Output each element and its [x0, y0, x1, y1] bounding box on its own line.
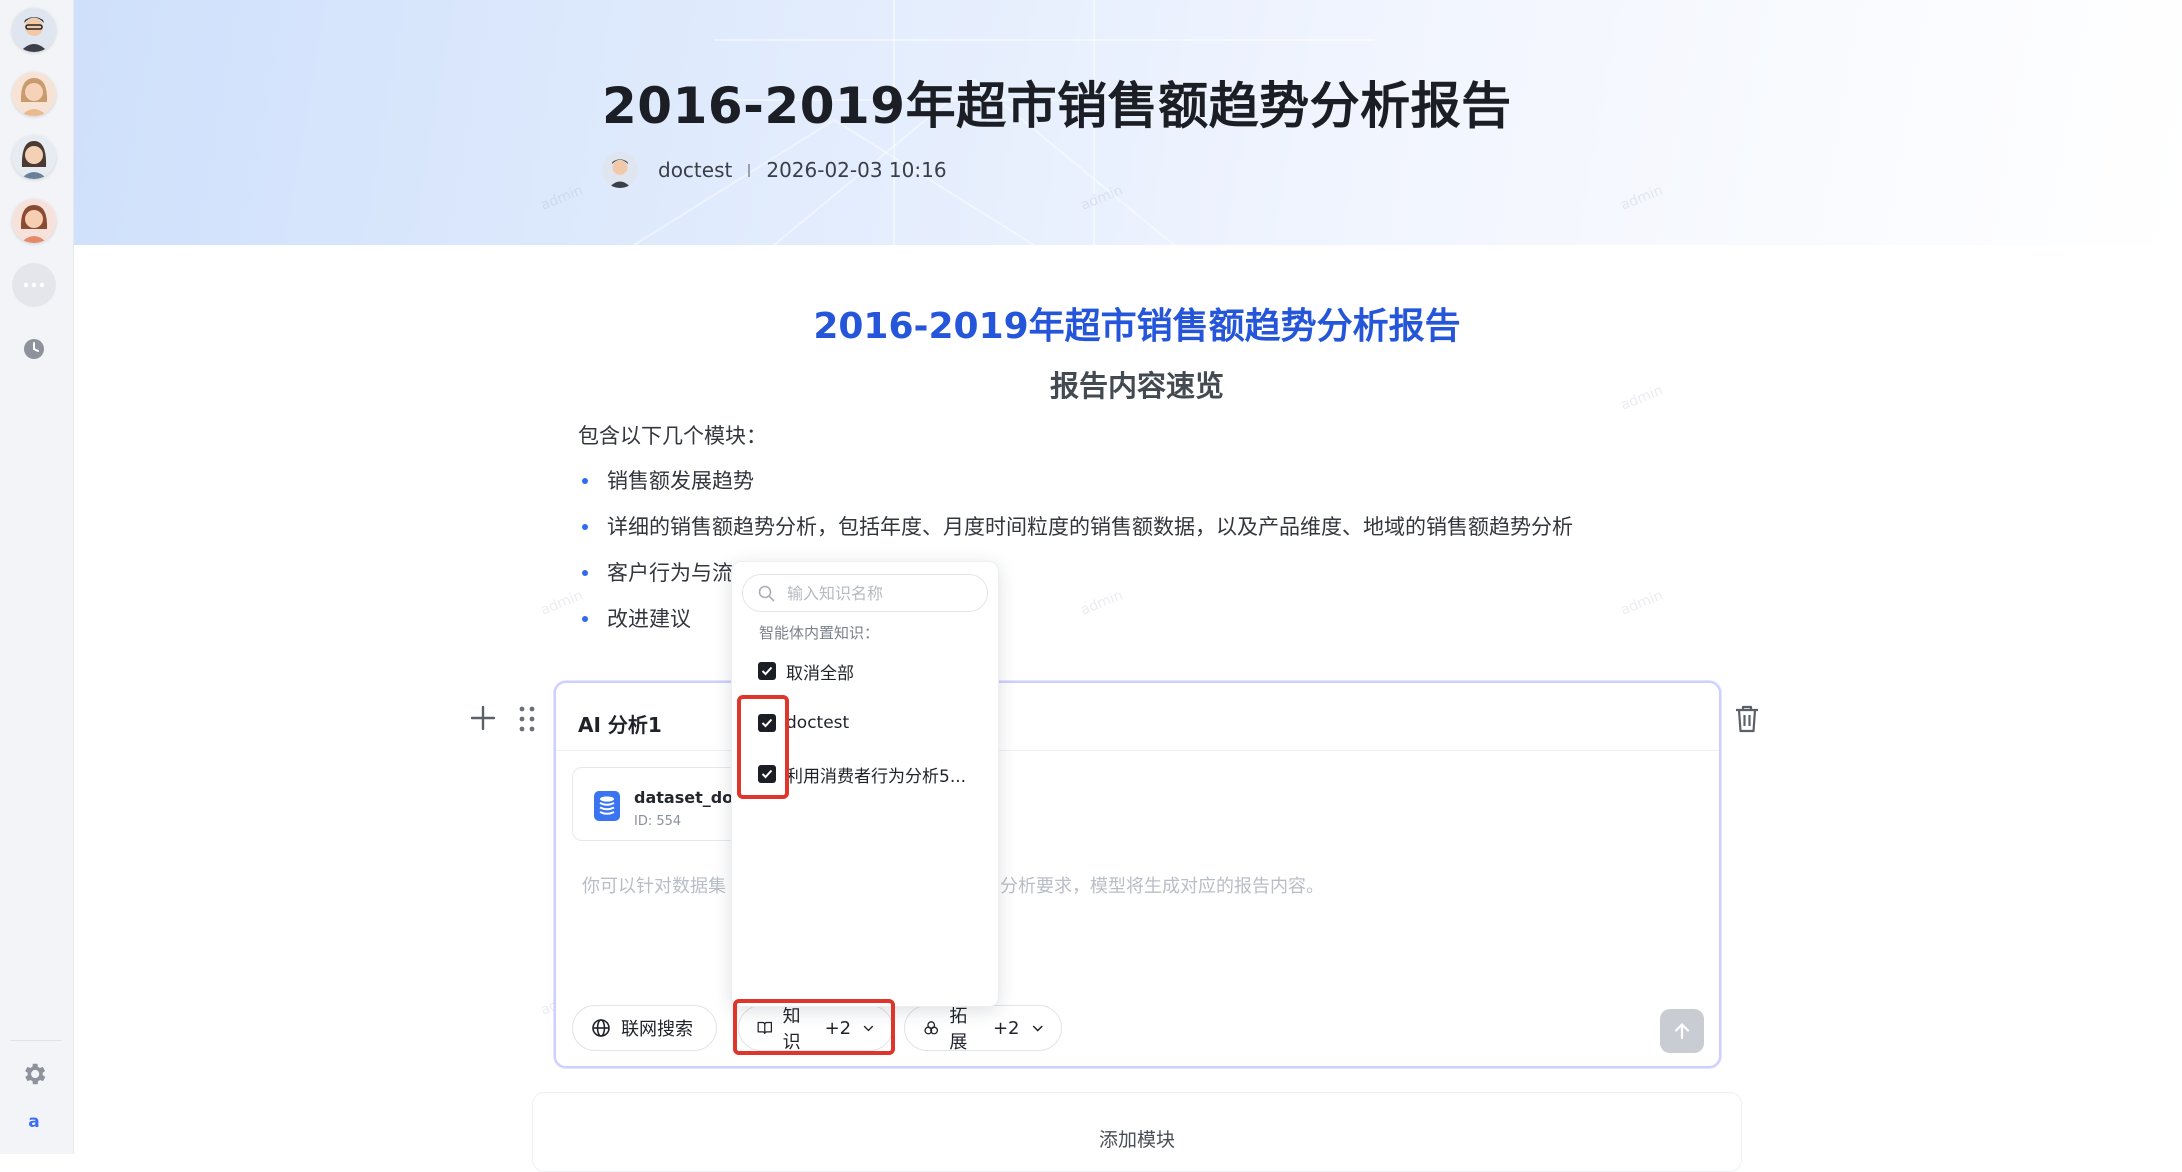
add-module-label: 添加模块	[1098, 1129, 1175, 1151]
globe-icon	[592, 1019, 610, 1037]
knowledge-option-doctest[interactable]: doctest	[758, 708, 849, 738]
knowledge-option-label: doctest	[786, 713, 850, 733]
search-icon	[758, 585, 775, 601]
send-button[interactable]	[1660, 1009, 1704, 1053]
database-icon	[593, 790, 621, 826]
report-meta: doctest 2026-02-03 10:16	[602, 150, 947, 190]
agent-avatar-1[interactable]	[12, 8, 56, 52]
author-name: doctest	[658, 158, 733, 182]
author-avatar-icon	[602, 152, 638, 188]
knowledge-search-box[interactable]	[742, 574, 988, 612]
bullet-item: 客户行为与流	[578, 556, 1573, 602]
analysis-prompt-placeholder[interactable]: 你可以针对数据集	[582, 872, 726, 898]
checkbox-checked-icon[interactable]	[758, 765, 776, 783]
left-sidebar: a	[0, 0, 74, 1154]
knowledge-option-deselect-all[interactable]: 取消全部	[758, 656, 854, 686]
agent-avatar-3-icon	[12, 135, 56, 179]
chevron-down-icon	[863, 1025, 874, 1031]
report-banner: 2016-2019年超市销售额趋势分析报告 doctest 2026-02-03…	[74, 0, 2182, 245]
more-dots-icon	[23, 282, 45, 288]
agent-avatar-4[interactable]	[12, 199, 56, 243]
agent-avatar-2-icon	[12, 72, 56, 116]
extension-count: +2	[992, 1017, 1020, 1039]
document-subtitle: 报告内容速览	[1049, 369, 1224, 403]
extension-dropdown-button[interactable]: 拓展 +2	[904, 1005, 1062, 1053]
delete-block-trash-icon[interactable]	[1733, 704, 1761, 738]
checkbox-checked-icon[interactable]	[758, 714, 776, 732]
sidebar-divider	[10, 1040, 62, 1041]
checkbox-checked-icon[interactable]	[758, 662, 776, 680]
extension-label: 拓展	[949, 1006, 968, 1053]
agent-avatar-2[interactable]	[12, 72, 56, 116]
document-title: 2016-2019年超市销售额趋势分析报告	[813, 306, 1461, 347]
report-date: 2026-02-03 10:16	[766, 158, 947, 182]
settings-gear-icon[interactable]	[20, 1060, 48, 1092]
knowledge-count: +2	[824, 1017, 852, 1039]
ai-analysis-block: AI 分析1 dataset_doct ID: 554 你可以针对数据集 分析要…	[554, 681, 1721, 1068]
knowledge-dropdown-menu: 智能体内置知识： 取消全部 doctest 利用消费者行为分析5...	[731, 561, 999, 1007]
knowledge-option-label: 取消全部	[786, 663, 854, 684]
web-search-toggle[interactable]: 联网搜索	[572, 1005, 717, 1051]
agent-avatar-3[interactable]	[12, 135, 56, 179]
add-module-button[interactable]: 添加模块	[532, 1092, 1742, 1172]
agent-avatar-4-icon	[12, 199, 56, 243]
knowledge-dropdown-button[interactable]: 知识 +2	[738, 1005, 893, 1053]
web-search-label: 联网搜索	[621, 1019, 693, 1040]
agent-avatar-1-icon	[12, 8, 56, 52]
dataset-id: ID: 554	[634, 814, 682, 829]
watermark: admin	[1618, 587, 1666, 619]
user-account-initial[interactable]: a	[22, 1110, 46, 1134]
knowledge-option-label: 利用消费者行为分析5...	[786, 766, 967, 787]
meta-separator	[748, 163, 751, 177]
arrow-up-icon	[1674, 1022, 1690, 1040]
knowledge-option-consumer-behavior[interactable]: 利用消费者行为分析5...	[758, 759, 966, 789]
extension-icon	[924, 1021, 939, 1035]
analysis-prompt-placeholder-tail[interactable]: 分析要求，模型将生成对应的报告内容。	[1000, 872, 1324, 898]
module-bullet-list: 销售额发展趋势 详细的销售额趋势分析，包括年度、月度时间粒度的销售额数据，以及产…	[578, 464, 1573, 648]
bullet-item: 详细的销售额趋势分析，包括年度、月度时间粒度的销售额数据，以及产品维度、地域的销…	[578, 510, 1573, 556]
bullet-item: 销售额发展趋势	[578, 464, 1573, 510]
builtin-knowledge-label: 智能体内置知识：	[759, 624, 880, 642]
drag-handle-icon[interactable]	[518, 705, 536, 737]
knowledge-search-input[interactable]	[785, 582, 969, 604]
chevron-down-icon	[1032, 1025, 1043, 1032]
book-icon	[757, 1021, 773, 1035]
bullet-item: 改进建议	[578, 602, 1573, 648]
document-intro: 包含以下几个模块：	[578, 424, 767, 448]
ai-block-title: AI 分析1	[578, 713, 662, 737]
knowledge-label: 知识	[782, 1006, 801, 1053]
banner-report-title: 2016-2019年超市销售额趋势分析报告	[602, 77, 1512, 135]
add-block-icon[interactable]	[468, 703, 498, 737]
author-avatar	[602, 152, 638, 188]
